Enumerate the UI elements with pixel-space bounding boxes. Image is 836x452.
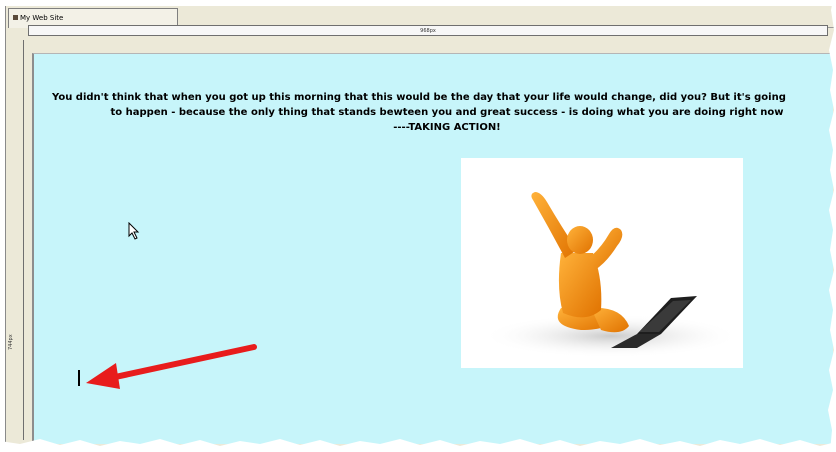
red-arrow-icon <box>86 344 257 389</box>
headline-line-2: to happen - because the only thing that … <box>110 107 784 118</box>
headline-line-1: You didn't think that when you got up th… <box>52 92 786 103</box>
torn-edge-right <box>828 0 836 452</box>
document-icon <box>13 15 18 20</box>
text-insertion-caret[interactable] <box>78 370 80 386</box>
celebration-image[interactable] <box>461 158 743 368</box>
left-ruler: 744px <box>6 40 24 440</box>
page-canvas[interactable]: You didn't think that when you got up th… <box>32 53 833 444</box>
mouse-pointer-icon <box>128 222 140 240</box>
left-ruler-height-label: 744px <box>8 334 14 350</box>
headline-line-3: ----TAKING ACTION! <box>393 122 501 133</box>
torn-edge-bottom <box>0 439 836 452</box>
headline-text[interactable]: You didn't think that when you got up th… <box>52 90 836 135</box>
celebrating-figure-icon <box>481 192 741 358</box>
top-ruler-width-label: 968px <box>420 27 436 34</box>
top-ruler: 968px <box>28 25 828 36</box>
tab-label: My Web Site <box>20 14 64 22</box>
